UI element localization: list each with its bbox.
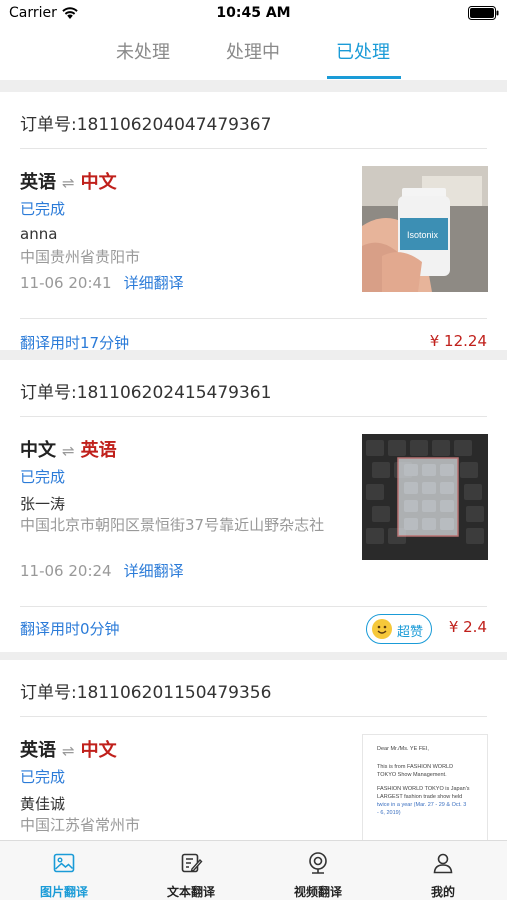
customer-name: anna [20,225,58,243]
document-photo: Dear Mr./Ms. YE FEI, This is from FASHIO… [363,735,487,817]
divider [20,318,487,319]
keyboard-photo [362,434,488,560]
doc-line: TOKYO Show Management. [377,772,447,778]
image-icon [53,853,75,873]
customer-name: 黄佳诚 [20,795,66,813]
tab-processing[interactable]: 处理中 [213,38,293,64]
order-photo[interactable]: Dear Mr./Ms. YE FEI, This is from FASHIO… [362,734,488,840]
detail-translation-link[interactable]: 详细翻译 [124,274,184,292]
divider [20,148,487,149]
order-time: 11-06 20:41 [20,274,112,292]
order-price: ¥ 2.4 [448,618,487,636]
tab-processed[interactable]: 已处理 [323,38,403,64]
language-pair: 中文 ⇌ 英语 [20,436,117,462]
status-bar: Carrier 10:45 AM [0,0,507,28]
order-number: 订单号:181106202415479361 [20,383,272,403]
nav-label: 图片翻译 [39,885,88,899]
doc-line: LARGEST fashion trade show held [377,794,463,800]
order-card[interactable]: 订单号:181106202415479361 中文 ⇌ 英语 已完成 张一涛 中国北… [0,360,507,652]
order-card[interactable]: 订单号:181106201150479356 英语 ⇌ 中文 已完成 黄佳诚 中国江… [0,660,507,840]
nav-label: 我的 [430,885,455,899]
clock: 10:45 AM [216,5,291,21]
order-photo[interactable] [362,434,488,560]
translation-duration: 翻译用时0分钟 [20,620,120,638]
translation-duration: 翻译用时17分钟 [20,334,130,352]
divider [20,416,487,417]
nav-mine[interactable]: 我的 [393,841,493,900]
active-tab-indicator [327,76,401,79]
divider [20,716,487,717]
order-number: 订单号:181106204047479367 [20,115,272,135]
source-language: 中文 [20,440,56,461]
order-number: 订单号:181106201150479356 [20,683,272,703]
customer-address: 中国江苏省常州市 [20,816,141,834]
edit-icon [181,853,203,873]
order-price: ¥ 12.24 [429,332,487,350]
source-language: 英语 [20,172,56,193]
detail-translation-link[interactable]: 详细翻译 [124,562,184,580]
order-list[interactable]: 订单号:181106204047479367 英语 ⇌ 中文 已完成 anna 中国… [0,80,507,840]
source-language: 英语 [20,740,56,761]
customer-address: 中国北京市朝阳区景恒街37号靠近山野杂志社 [20,516,325,534]
order-card[interactable]: 订单号:181106204047479367 英语 ⇌ 中文 已完成 anna 中国… [0,92,507,352]
order-status: 已完成 [20,468,66,486]
webcam-icon [309,852,327,874]
order-time-row: 11-06 20:24 详细翻译 [20,560,184,581]
order-photo[interactable]: Isotonix [362,166,488,292]
customer-address: 中国贵州省贵阳市 [20,248,141,266]
order-time: 11-06 20:24 [20,562,112,580]
swap-arrows-icon: ⇌ [62,174,75,192]
target-language: 英语 [80,440,117,461]
battery-icon [468,6,499,20]
doc-line: Dear Mr./Ms. YE FEI, [377,746,429,752]
target-language: 中文 [80,172,117,193]
order-status: 已完成 [20,200,66,218]
doc-line: This is from FASHION WORLD [377,764,454,770]
target-language: 中文 [80,740,117,761]
doc-line: FASHION WORLD TOKYO is Japan's [377,786,470,792]
order-time-row: 11-06 20:41 详细翻译 [20,272,184,293]
tab-unprocessed[interactable]: 未处理 [103,38,183,64]
nav-image-translation[interactable]: 图片翻译 [14,841,114,900]
swap-arrows-icon: ⇌ [62,442,75,460]
praise-badge: 超赞 [366,614,432,644]
nav-label: 文本翻译 [166,885,215,899]
svg-text:Isotonix: Isotonix [407,230,439,240]
swap-arrows-icon: ⇌ [62,742,75,760]
order-status: 已完成 [20,768,66,786]
language-pair: 英语 ⇌ 中文 [20,736,117,762]
user-icon [433,853,453,874]
praise-label: 超赞 [397,625,424,640]
doc-line: twice in a year (Mar. 27 - 29 & Oct. 3 [377,802,467,808]
customer-name: 张一涛 [20,495,66,513]
doc-line: - 6, 2019) [377,810,401,816]
nav-text-translation[interactable]: 文本翻译 [141,841,241,900]
hand-holding-bottle-photo: Isotonix [362,166,488,292]
divider [20,606,487,607]
nav-video-translation[interactable]: 视频翻译 [268,841,368,900]
order-status-tabs: 未处理 处理中 已处理 [0,28,507,80]
bottom-nav: 图片翻译 文本翻译 视频翻译 我的 [0,840,507,900]
smiley-icon [372,619,392,639]
nav-label: 视频翻译 [293,885,342,899]
language-pair: 英语 ⇌ 中文 [20,168,117,194]
